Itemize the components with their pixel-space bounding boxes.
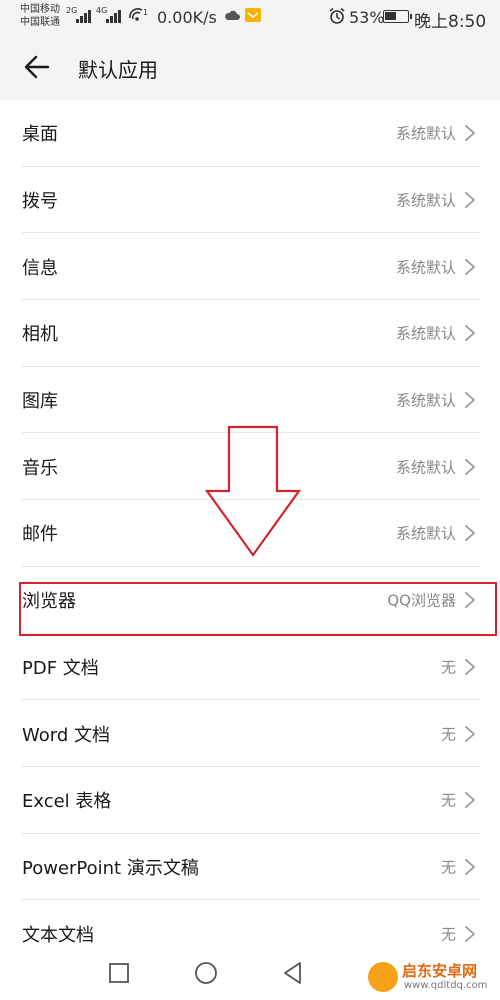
watermark-name: 启东安卓网: [402, 962, 478, 980]
list-item-value: 系统默认: [395, 324, 456, 343]
carrier-labels: 中国移动 中国联通: [20, 3, 60, 29]
list-item-value: 系统默认: [395, 124, 456, 143]
square-icon[interactable]: [106, 960, 132, 986]
arrow-left-icon[interactable]: [22, 52, 52, 82]
hotspot-indicator: 1: [143, 8, 148, 17]
list-item[interactable]: 信息 系统默认: [0, 233, 500, 301]
carrier-2: 中国联通: [20, 17, 60, 28]
list-item-value: 系统默认: [395, 524, 456, 543]
list-item[interactable]: 相机 系统默认: [0, 300, 500, 367]
list-item[interactable]: 图库 系统默认: [0, 367, 500, 434]
list-item-label: PowerPoint 演示文稿: [22, 857, 199, 879]
list-item-value: 系统默认: [395, 258, 456, 277]
chevron-right-icon: [465, 258, 475, 275]
list-item-value: 系统默认: [395, 391, 456, 410]
circle-icon[interactable]: [193, 960, 219, 986]
cloud-icon: [225, 10, 240, 20]
annotation-arrow-icon: [205, 425, 301, 557]
list-item-label: 相机: [22, 324, 58, 346]
battery-icon: [383, 10, 412, 23]
clock: 晚上8:50: [414, 12, 487, 32]
network-speed: 0.00K/s: [157, 8, 217, 27]
hotspot-icon: 1: [129, 8, 148, 21]
chevron-right-icon: [465, 658, 475, 675]
list-item-value: 无: [440, 858, 456, 877]
watermark: 启东安卓网 www.qdltdq.com: [368, 958, 498, 998]
list-item-label: 桌面: [22, 124, 58, 146]
list-item-label: 拨号: [22, 191, 58, 213]
alarm-icon: [329, 7, 345, 24]
list-item[interactable]: PDF 文档 无: [0, 634, 500, 701]
mail-notification-icon: [245, 8, 261, 22]
list-item[interactable]: 桌面 系统默认: [0, 100, 500, 167]
list-item[interactable]: PowerPoint 演示文稿 无: [0, 834, 500, 901]
carrier-1: 中国移动: [20, 4, 60, 15]
chevron-right-icon: [465, 125, 475, 142]
battery-fill: [385, 12, 396, 20]
chevron-right-icon: [465, 325, 475, 342]
header: 默认应用: [0, 34, 500, 100]
status-bar: 中国移动 中国联通 2G 4G 1 0.00K/s 53% 晚上8:50: [0, 0, 500, 34]
list-item[interactable]: Word 文档 无: [0, 700, 500, 767]
battery-percent: 53%: [349, 8, 385, 27]
chevron-right-icon: [465, 525, 475, 542]
page-title: 默认应用: [78, 58, 158, 82]
chevron-right-icon: [465, 725, 475, 742]
chevron-right-icon: [465, 192, 475, 208]
highlight-box: [19, 582, 497, 636]
list-item-label: Word 文档: [22, 724, 110, 746]
triangle-icon[interactable]: [280, 960, 306, 986]
list-item-value: 无: [440, 791, 456, 810]
chevron-right-icon: [465, 392, 475, 408]
list-item-value: 无: [440, 925, 456, 944]
signal-icon: [76, 9, 91, 23]
watermark-logo-icon: [368, 962, 398, 992]
list-item-value: 无: [440, 658, 456, 677]
list-item-value: 无: [440, 725, 456, 744]
watermark-url: www.qdltdq.com: [404, 980, 488, 991]
list-item-label: PDF 文档: [22, 657, 99, 679]
list-item[interactable]: 拨号 系统默认: [0, 167, 500, 234]
list-item-label: 图库: [22, 391, 58, 413]
list-item-value: 系统默认: [395, 191, 456, 210]
chevron-right-icon: [465, 925, 475, 942]
signal-icon: [106, 9, 121, 23]
list-item-label: 音乐: [22, 457, 58, 479]
list-item[interactable]: Excel 表格 无: [0, 767, 500, 834]
chevron-right-icon: [465, 859, 475, 875]
list-item-label: 信息: [22, 257, 58, 279]
list-item-label: 文本文档: [22, 924, 94, 946]
list-item-label: Excel 表格: [22, 791, 112, 813]
chevron-right-icon: [465, 792, 475, 809]
list-item-label: 邮件: [22, 524, 58, 546]
chevron-right-icon: [465, 458, 475, 475]
list-item-value: 系统默认: [395, 458, 456, 477]
